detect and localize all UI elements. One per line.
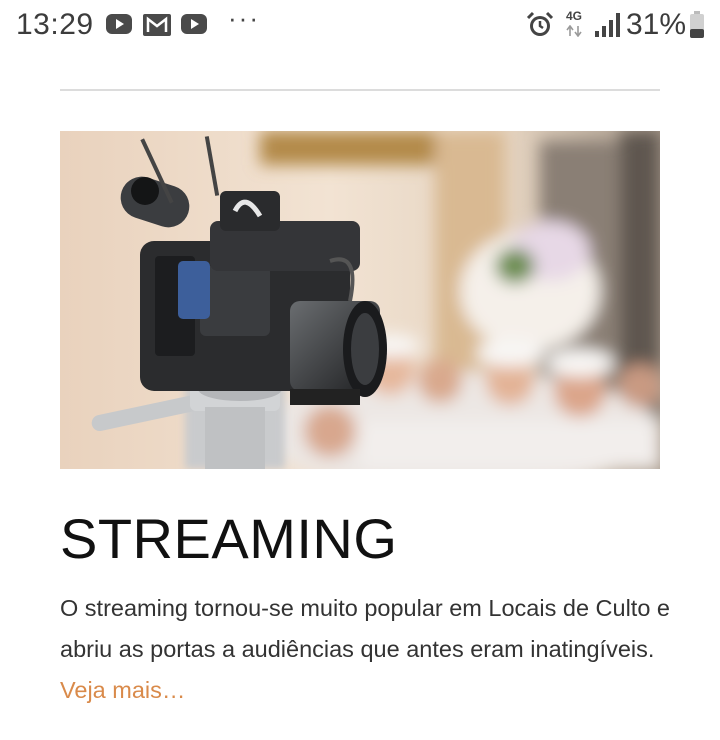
battery-percent: 31%: [626, 8, 687, 41]
signal-icon: [594, 12, 620, 43]
article-description: O streaming tornou-se muito popular em L…: [60, 588, 670, 711]
battery-icon: [689, 11, 705, 44]
alarm-icon: [526, 11, 554, 44]
article-description-text: O streaming tornou-se muito popular em L…: [60, 595, 671, 662]
youtube-icon: [105, 13, 133, 40]
youtube-icon: [180, 13, 208, 40]
article-title: STREAMING: [60, 507, 398, 570]
more-notifications-icon: ···: [228, 3, 260, 33]
data-arrows-icon: [566, 24, 582, 42]
mail-icon: [142, 13, 172, 42]
network-type-label: 4G: [565, 9, 582, 23]
status-bar: 13:29 ··· 4G 31%: [0, 0, 720, 52]
top-divider: [60, 89, 660, 91]
streaming-hero-image: [60, 131, 660, 469]
status-time: 13:29: [16, 8, 94, 41]
read-more-link[interactable]: Veja mais…: [60, 677, 185, 703]
